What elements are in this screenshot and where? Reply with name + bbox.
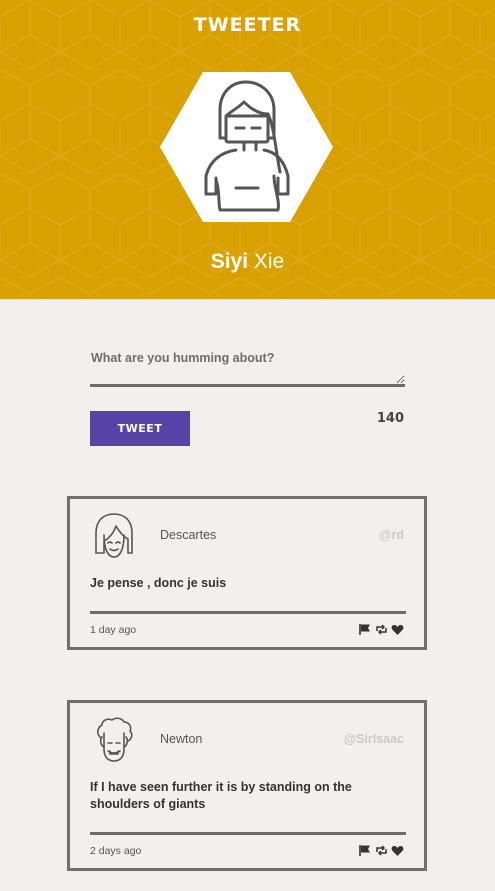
tweet-author-handle[interactable]: @SirIsaac: [344, 732, 404, 746]
tweet-card: Newton @SirIsaac If I have seen further …: [67, 700, 427, 871]
tweet-actions: [359, 844, 404, 857]
tweet-author-name[interactable]: Newton: [160, 732, 202, 746]
tweet-divider: [90, 611, 406, 614]
tweet-divider: [90, 832, 406, 835]
char-count: 140: [376, 411, 404, 426]
newton-avatar-icon: [97, 717, 133, 762]
profile-avatar: [160, 72, 333, 222]
profile-name: Siyi Xie: [0, 250, 495, 274]
flag-icon[interactable]: [359, 623, 372, 636]
tweet-text: If I have seen further it is by standing…: [90, 780, 352, 811]
tweet-author-name[interactable]: Descartes: [160, 528, 216, 542]
profile-last-name: Xie: [253, 250, 285, 273]
retweet-icon[interactable]: [375, 844, 388, 857]
descartes-avatar-icon: [95, 513, 133, 558]
retweet-icon[interactable]: [375, 623, 388, 636]
tweet-time: 2 days ago: [90, 845, 142, 857]
flag-icon[interactable]: [359, 844, 372, 857]
heart-icon[interactable]: [391, 623, 404, 636]
tweet-time: 1 day ago: [90, 624, 137, 636]
tweet-card: Descartes @rd Je pense , donc je suis 1 …: [67, 496, 427, 650]
compose-input[interactable]: [90, 345, 405, 387]
profile-first-name: Siyi: [210, 250, 249, 273]
compose-form: TWEET 140: [90, 345, 405, 446]
tweet-author-handle[interactable]: @rd: [379, 528, 404, 542]
app-title: TWEETER: [193, 14, 302, 36]
heart-icon[interactable]: [391, 844, 404, 857]
tweet-button[interactable]: TWEET: [90, 411, 190, 446]
tweet-actions: [359, 623, 404, 636]
tweet-text: Je pense , donc je suis: [90, 576, 227, 590]
profile-header: TWEETER Siyi Xie: [0, 0, 495, 299]
